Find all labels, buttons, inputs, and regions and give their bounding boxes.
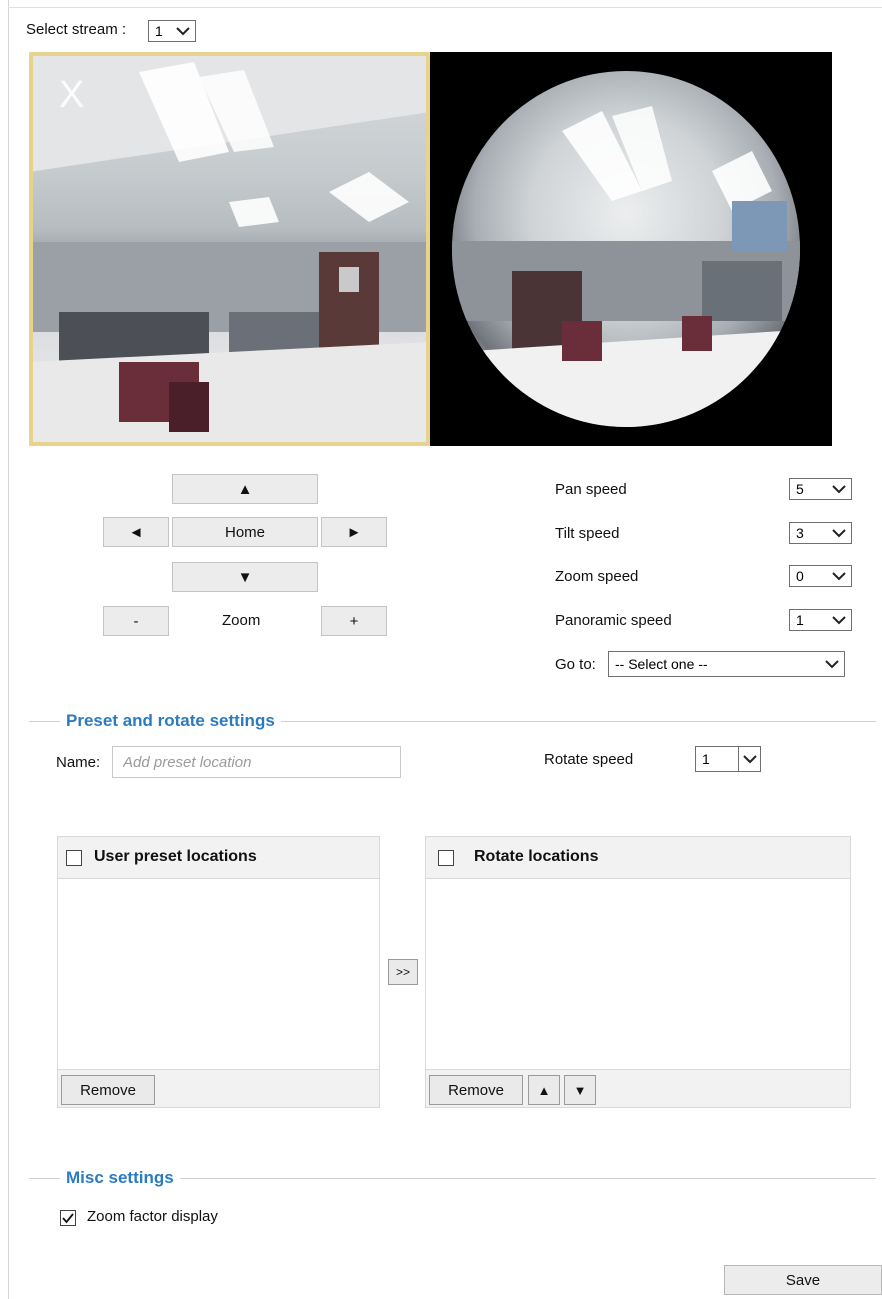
frame-border-left bbox=[8, 0, 9, 1299]
zoom-speed-label: Zoom speed bbox=[555, 568, 639, 585]
remove-rotate-location-button[interactable]: Remove bbox=[429, 1075, 523, 1105]
name-label: Name: bbox=[56, 754, 101, 771]
frame-border-top bbox=[8, 7, 882, 8]
chevron-down-icon bbox=[832, 483, 846, 495]
rotate-locations-footer: Remove ▲ ▼ bbox=[426, 1069, 850, 1107]
stream-select-value: 1 bbox=[155, 23, 163, 39]
pan-up-button[interactable]: ▲ bbox=[172, 474, 318, 504]
checkmark-icon bbox=[62, 1213, 74, 1224]
chevron-down-icon bbox=[832, 614, 846, 626]
live-video-view[interactable]: X bbox=[29, 52, 832, 446]
home-button[interactable]: Home bbox=[172, 517, 318, 547]
pan-right-button[interactable]: ► bbox=[321, 517, 387, 547]
select-all-user-presets-checkbox[interactable] bbox=[66, 850, 82, 866]
preset-name-input[interactable] bbox=[112, 746, 401, 778]
panoramic-speed-label: Panoramic speed bbox=[555, 612, 672, 629]
move-down-button[interactable]: ▼ bbox=[564, 1075, 596, 1105]
user-preset-title: User preset locations bbox=[94, 848, 257, 865]
tilt-speed-value: 3 bbox=[796, 525, 804, 541]
fisheye-image bbox=[452, 71, 800, 427]
goto-preset-select[interactable]: -- Select one -- bbox=[608, 651, 845, 677]
user-preset-footer: Remove bbox=[58, 1069, 379, 1107]
remove-user-preset-button[interactable]: Remove bbox=[61, 1075, 155, 1105]
zoom-speed-select[interactable]: 0 bbox=[789, 565, 852, 587]
fisheye-view[interactable] bbox=[430, 52, 832, 446]
user-preset-header: User preset locations bbox=[58, 837, 379, 879]
zoom-label: Zoom bbox=[222, 612, 261, 629]
pan-down-button[interactable]: ▼ bbox=[172, 562, 318, 592]
select-stream-label: Select stream : bbox=[26, 21, 127, 38]
selection-frame bbox=[29, 52, 430, 446]
stream-select[interactable]: 1 bbox=[148, 20, 196, 42]
chevron-down-icon bbox=[176, 25, 190, 37]
rotate-speed-select[interactable]: 1 bbox=[695, 746, 761, 772]
chevron-down-icon bbox=[738, 747, 760, 771]
panoramic-speed-value: 1 bbox=[796, 612, 804, 628]
panoramic-speed-select[interactable]: 1 bbox=[789, 609, 852, 631]
zoom-factor-display-label: Zoom factor display bbox=[87, 1208, 218, 1225]
rotate-locations-list[interactable] bbox=[426, 879, 850, 1069]
move-up-button[interactable]: ▲ bbox=[528, 1075, 560, 1105]
zoom-speed-value: 0 bbox=[796, 568, 804, 584]
goto-label: Go to: bbox=[555, 656, 596, 673]
misc-section-title: Misc settings bbox=[60, 1168, 180, 1188]
tilt-speed-label: Tilt speed bbox=[555, 525, 620, 542]
pan-left-button[interactable]: ◄ bbox=[103, 517, 169, 547]
zoom-factor-display-checkbox[interactable] bbox=[60, 1210, 76, 1226]
add-to-rotate-button[interactable]: >> bbox=[388, 959, 418, 985]
pan-speed-value: 5 bbox=[796, 481, 804, 497]
user-preset-list[interactable] bbox=[58, 879, 379, 1069]
rotate-speed-label: Rotate speed bbox=[544, 751, 634, 768]
pan-speed-select[interactable]: 5 bbox=[789, 478, 852, 500]
chevron-down-icon bbox=[832, 527, 846, 539]
chevron-down-icon bbox=[825, 658, 839, 670]
rotate-locations-panel: Rotate locations Remove ▲ ▼ bbox=[425, 836, 851, 1108]
goto-select-value: -- Select one -- bbox=[615, 656, 708, 672]
zoom-in-button[interactable]: + bbox=[321, 606, 387, 636]
tilt-speed-select[interactable]: 3 bbox=[789, 522, 852, 544]
user-preset-panel: User preset locations Remove bbox=[57, 836, 380, 1108]
chevron-down-icon bbox=[832, 570, 846, 582]
pan-speed-label: Pan speed bbox=[555, 481, 627, 498]
select-all-rotate-locations-checkbox[interactable] bbox=[438, 850, 454, 866]
rotate-speed-value: 1 bbox=[702, 751, 710, 767]
zoom-out-button[interactable]: - bbox=[103, 606, 169, 636]
preset-section-title: Preset and rotate settings bbox=[60, 711, 281, 731]
dewarped-view[interactable]: X bbox=[29, 52, 430, 446]
rotate-locations-title: Rotate locations bbox=[474, 848, 599, 865]
rotate-locations-header: Rotate locations bbox=[426, 837, 850, 879]
save-button[interactable]: Save bbox=[724, 1265, 882, 1295]
